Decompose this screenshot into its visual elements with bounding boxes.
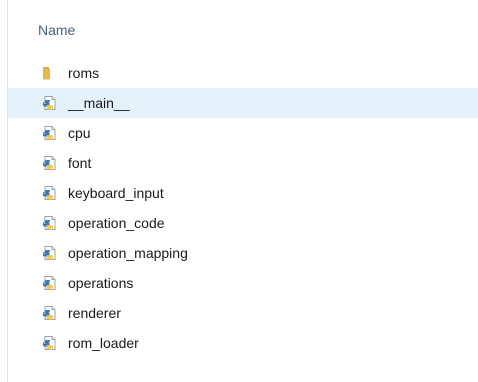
list-item[interactable]: keyboard_input	[8, 178, 478, 208]
python-file-icon	[42, 305, 58, 321]
file-name: __main__	[68, 95, 130, 111]
python-file-icon	[42, 245, 58, 261]
python-file-icon	[42, 185, 58, 201]
file-name: operation_code	[68, 215, 165, 231]
file-name: roms	[68, 65, 100, 81]
python-file-icon	[42, 155, 58, 171]
python-file-icon	[42, 95, 58, 111]
file-name: renderer	[68, 305, 121, 321]
list-item[interactable]: renderer	[8, 298, 478, 328]
file-name: cpu	[68, 125, 91, 141]
file-list: roms __main__ cpu font keyboard_input op…	[8, 58, 478, 358]
file-name: keyboard_input	[68, 185, 164, 201]
list-item[interactable]: operations	[8, 268, 478, 298]
column-header-name[interactable]: Name	[38, 22, 75, 38]
file-explorer-window: Name roms __main__ cpu font keyboard_inp…	[0, 0, 478, 382]
list-item[interactable]: roms	[8, 58, 478, 88]
column-header-bar: Name	[8, 0, 478, 58]
file-name: operations	[68, 275, 134, 291]
python-file-icon	[42, 125, 58, 141]
list-item[interactable]: cpu	[8, 118, 478, 148]
list-item[interactable]: operation_mapping	[8, 238, 478, 268]
file-name: rom_loader	[68, 335, 139, 351]
file-name: operation_mapping	[68, 245, 188, 261]
list-item[interactable]: __main__	[8, 88, 478, 118]
python-file-icon	[42, 335, 58, 351]
list-item[interactable]: rom_loader	[8, 328, 478, 358]
python-file-icon	[42, 275, 58, 291]
list-item[interactable]: operation_code	[8, 208, 478, 238]
file-name: font	[68, 155, 92, 171]
folder-icon	[42, 65, 58, 81]
list-item[interactable]: font	[8, 148, 478, 178]
python-file-icon	[42, 215, 58, 231]
